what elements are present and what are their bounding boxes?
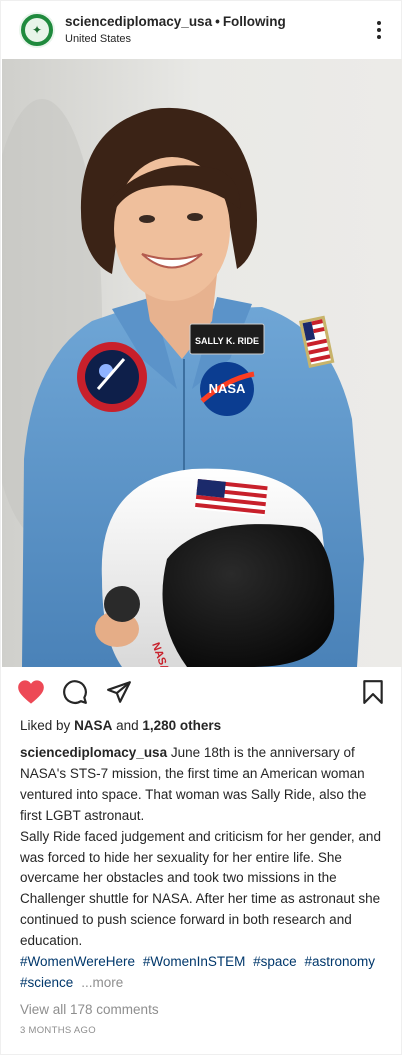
hashtag-link[interactable]: #space xyxy=(253,954,297,969)
post-content: Liked by NASA and 1,280 others sciencedi… xyxy=(20,716,386,1036)
location-link[interactable]: United States xyxy=(65,33,367,46)
likes-summary: Liked by NASA and 1,280 others xyxy=(20,716,386,736)
header-meta: sciencediplomacy_usa • Following United St… xyxy=(65,14,367,46)
heart-icon[interactable] xyxy=(17,678,45,706)
hashtag-link[interactable]: #science xyxy=(20,975,73,990)
more-options-icon[interactable] xyxy=(367,15,391,45)
hashtags: #WomenWereHere #WomenInSTEM #space #astr… xyxy=(20,952,386,994)
likes-prefix: Liked by xyxy=(20,718,71,733)
share-icon[interactable] xyxy=(105,678,133,706)
astronaut-photo: SALLY K. RIDE NASA NASA xyxy=(2,59,402,667)
caption: sciencediplomacy_usa June 18th is the an… xyxy=(20,743,386,994)
action-bar xyxy=(1,673,402,711)
more-caption-link[interactable]: ...more xyxy=(81,975,123,990)
caption-username-link[interactable]: sciencediplomacy_usa xyxy=(20,745,167,760)
post-header: ✦ sciencediplomacy_usa • Following United … xyxy=(1,1,402,59)
post-image[interactable]: SALLY K. RIDE NASA NASA xyxy=(2,59,402,667)
comment-icon[interactable] xyxy=(61,678,89,706)
eagle-seal-icon: ✦ xyxy=(31,23,43,37)
post-card: ✦ sciencediplomacy_usa • Following United … xyxy=(0,0,402,1055)
follow-status-button[interactable]: Following xyxy=(223,14,286,29)
username-link[interactable]: sciencediplomacy_usa xyxy=(65,14,212,29)
hashtag-link[interactable]: #WomenWereHere xyxy=(20,954,135,969)
bookmark-icon[interactable] xyxy=(359,678,387,706)
name-patch-text: SALLY K. RIDE xyxy=(195,336,259,346)
liked-by-nasa-link[interactable]: NASA xyxy=(74,718,112,733)
hashtag-link[interactable]: #astronomy xyxy=(304,954,375,969)
hashtag-link[interactable]: #WomenInSTEM xyxy=(143,954,246,969)
avatar[interactable]: ✦ xyxy=(19,12,55,48)
caption-paragraph-1: sciencediplomacy_usa June 18th is the an… xyxy=(20,743,386,827)
post-timestamp[interactable]: 3 MONTHS AGO xyxy=(20,1025,386,1036)
nasa-patch-text: NASA xyxy=(209,381,246,396)
separator-dot: • xyxy=(215,13,220,29)
likes-and: and xyxy=(116,718,139,733)
caption-text-2: Sally Ride faced judgement and criticism… xyxy=(20,828,381,949)
others-likes-link[interactable]: 1,280 others xyxy=(142,718,221,733)
view-all-comments-link[interactable]: View all 178 comments xyxy=(20,1000,386,1020)
